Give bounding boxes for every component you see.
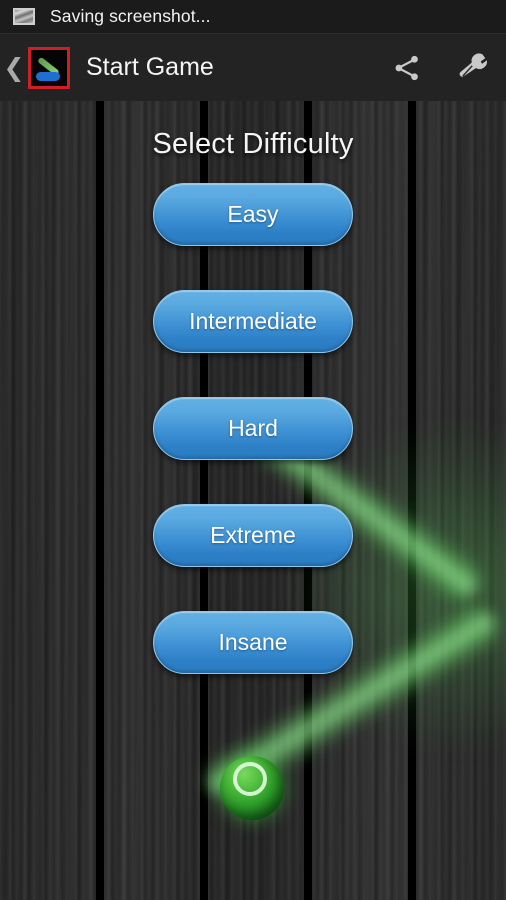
puck-shape <box>36 71 60 81</box>
status-bar-text: Saving screenshot... <box>50 6 211 26</box>
back-chevron-icon[interactable]: ❮ <box>2 55 26 80</box>
difficulty-button-insane[interactable]: Insane <box>153 611 353 674</box>
green-ball[interactable] <box>220 756 284 820</box>
action-bar: ❮ Start Game <box>0 34 506 101</box>
hockey-stick-puck-app-icon[interactable] <box>28 46 70 89</box>
share-button[interactable] <box>374 34 440 101</box>
status-bar: Saving screenshot... <box>0 0 506 34</box>
difficulty-button-easy[interactable]: Easy <box>153 183 353 246</box>
difficulty-button-extreme[interactable]: Extreme <box>153 504 353 567</box>
settings-button[interactable] <box>440 34 506 101</box>
game-content: Select Difficulty Easy Intermediate Hard… <box>0 101 506 900</box>
select-difficulty-heading: Select Difficulty <box>152 128 354 160</box>
wrench-settings-icon <box>459 52 487 77</box>
difficulty-button-intermediate[interactable]: Intermediate <box>153 290 353 353</box>
green-ball-ring-highlight <box>233 762 267 796</box>
page-title: Start Game <box>86 53 214 81</box>
share-icon <box>395 55 418 80</box>
difficulty-button-hard[interactable]: Hard <box>153 397 353 460</box>
game-screen: Saving screenshot... ❮ Start Game Select… <box>0 0 506 900</box>
difficulty-list: Easy Intermediate Hard Extreme Insane <box>0 183 506 674</box>
screenshot-image-icon <box>13 8 35 25</box>
